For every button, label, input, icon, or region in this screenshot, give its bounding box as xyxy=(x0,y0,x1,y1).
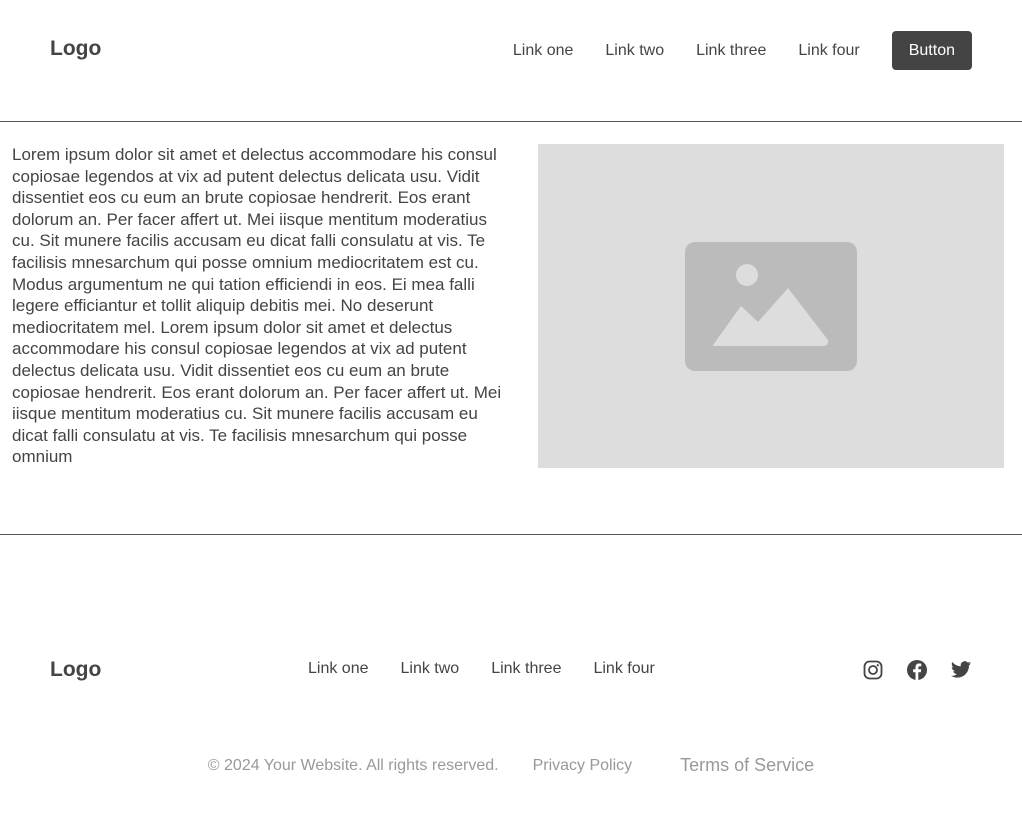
facebook-icon[interactable] xyxy=(906,659,928,681)
footer-nav-link-one[interactable]: Link one xyxy=(308,660,369,678)
header-nav-link-four[interactable]: Link four xyxy=(798,42,859,60)
image-placeholder-icon xyxy=(685,242,857,371)
header-nav-link-two[interactable]: Link two xyxy=(605,42,664,60)
twitter-icon[interactable] xyxy=(950,659,972,681)
footer-nav: Link one Link two Link three Link four xyxy=(308,660,687,678)
footer-logo[interactable]: Logo xyxy=(50,658,101,682)
header-nav: Link one Link two Link three Link four B… xyxy=(513,31,972,70)
header-nav-link-one[interactable]: Link one xyxy=(513,42,574,60)
social-links xyxy=(840,659,972,681)
header-nav-link-three[interactable]: Link three xyxy=(696,42,766,60)
privacy-policy-link[interactable]: Privacy Policy xyxy=(533,757,633,775)
copyright-text: © 2024 Your Website. All rights reserved… xyxy=(207,756,499,774)
image-placeholder xyxy=(538,144,1004,468)
footer-nav-link-four[interactable]: Link four xyxy=(593,660,654,678)
site-header: Logo Link one Link two Link three Link f… xyxy=(0,0,1022,122)
main-content: Lorem ipsum dolor sit amet et delectus a… xyxy=(0,122,1022,535)
header-button[interactable]: Button xyxy=(891,31,972,70)
instagram-icon[interactable] xyxy=(862,659,884,681)
header-logo[interactable]: Logo xyxy=(50,37,101,61)
body-text: Lorem ipsum dolor sit amet et delectus a… xyxy=(12,145,502,467)
footer-nav-link-three[interactable]: Link three xyxy=(491,660,561,678)
footer-bottom: © 2024 Your Website. All rights reserved… xyxy=(0,755,1022,776)
terms-of-service-link[interactable]: Terms of Service xyxy=(680,755,814,776)
footer-nav-link-two[interactable]: Link two xyxy=(401,660,460,678)
